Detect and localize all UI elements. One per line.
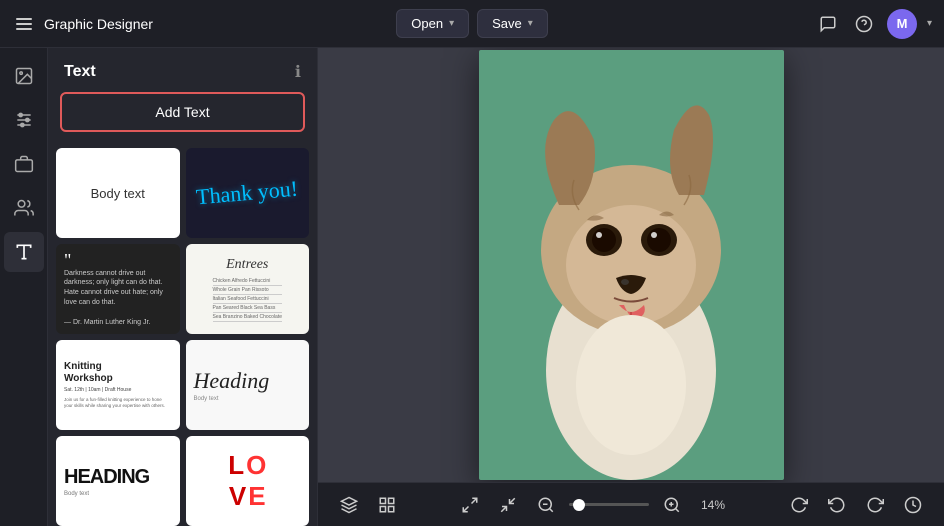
save-chevron-icon: ▾ — [528, 18, 533, 29]
template-card-quote[interactable]: " Darkness cannot drive out darkness; on… — [56, 244, 180, 334]
rotate-cw-icon[interactable] — [784, 492, 814, 518]
sidebar-icon-photos[interactable] — [4, 56, 44, 96]
save-button[interactable]: Save ▾ — [477, 9, 548, 38]
history-icon[interactable] — [898, 492, 928, 518]
sidebar-icon-layers[interactable] — [4, 144, 44, 184]
bottom-toolbar-left — [334, 492, 402, 518]
template-card-body-text[interactable]: Body text — [56, 148, 180, 238]
main-content: Text ℹ Add Text Body text Thank you! " D… — [0, 48, 944, 526]
undo-icon[interactable] — [822, 492, 852, 518]
add-text-button[interactable]: Add Text — [60, 92, 305, 132]
zoom-percent: 14% — [695, 498, 731, 512]
open-button[interactable]: Open ▾ — [396, 9, 469, 38]
info-icon[interactable]: ℹ — [295, 62, 301, 82]
app-title: Graphic Designer — [44, 16, 153, 32]
zoom-in-icon[interactable] — [657, 492, 687, 518]
text-panel: Text ℹ Add Text Body text Thank you! " D… — [48, 48, 318, 526]
avatar-chevron-icon[interactable]: ▾ — [927, 18, 932, 29]
grid-tool-icon[interactable] — [372, 492, 402, 518]
template-card-menu[interactable]: Entrees Chicken Alfredo Fettuccini Whole… — [186, 244, 310, 334]
template-card-heading-bold[interactable]: HEADING Body text — [56, 436, 180, 526]
canvas-area: 14% — [318, 48, 944, 526]
zoom-out-icon[interactable] — [531, 492, 561, 518]
topbar-center: Open ▾ Save ▾ — [396, 9, 548, 38]
topbar-right: M ▾ — [556, 9, 932, 39]
avatar[interactable]: M — [887, 9, 917, 39]
help-icon[interactable] — [851, 11, 877, 37]
topbar: Graphic Designer Open ▾ Save ▾ M ▾ — [0, 0, 944, 48]
actual-size-icon[interactable] — [493, 492, 523, 518]
canvas-document — [479, 50, 784, 480]
panel-header: Text ℹ — [48, 48, 317, 92]
templates-scroll[interactable]: Body text Thank you! " Darkness cannot d… — [48, 144, 317, 526]
template-grid: Body text Thank you! " Darkness cannot d… — [56, 148, 309, 526]
template-card-heading-italic[interactable]: Heading Body text — [186, 340, 310, 430]
fit-screen-icon[interactable] — [455, 492, 485, 518]
sidebar-icon-adjust[interactable] — [4, 100, 44, 140]
canvas-workspace[interactable] — [318, 48, 944, 482]
sidebar-icon-text[interactable] — [4, 232, 44, 272]
chat-icon[interactable] — [815, 11, 841, 37]
template-card-thankyou[interactable]: Thank you! — [186, 148, 310, 238]
zoom-slider[interactable] — [569, 503, 649, 506]
panel-title: Text — [64, 63, 96, 81]
menu-icon[interactable] — [12, 14, 36, 34]
template-card-love[interactable]: L O V E — [186, 436, 310, 526]
bottom-toolbar-right — [784, 492, 928, 518]
open-chevron-icon: ▾ — [449, 18, 454, 29]
redo-icon[interactable] — [860, 492, 890, 518]
bottom-toolbar-center: 14% — [455, 492, 731, 518]
layers-tool-icon[interactable] — [334, 492, 364, 518]
bottom-toolbar: 14% — [318, 482, 944, 526]
sidebar-icon-people[interactable] — [4, 188, 44, 228]
topbar-left: Graphic Designer — [12, 14, 388, 34]
template-card-knitting[interactable]: KnittingWorkshop Sat. 12th | 10am | Draf… — [56, 340, 180, 430]
icon-sidebar — [0, 48, 48, 526]
